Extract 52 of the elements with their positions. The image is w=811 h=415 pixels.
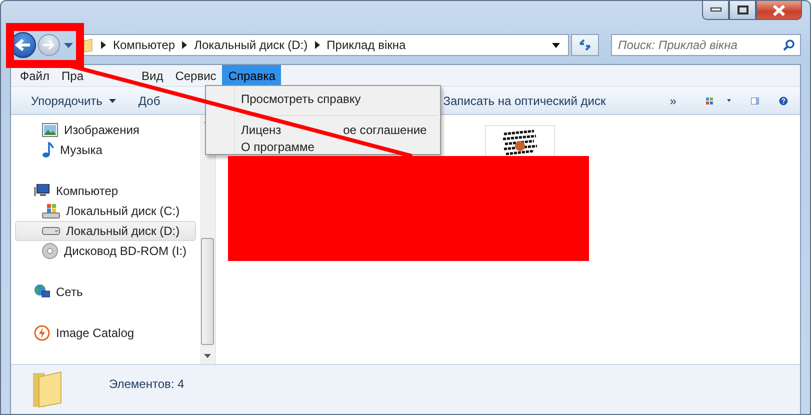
- chevron-icon[interactable]: [182, 41, 188, 49]
- nav-item[interactable]: Сеть: [15, 282, 196, 302]
- breadcrumb[interactable]: Компьютер: [113, 38, 176, 52]
- nav-item[interactable]: Локальный диск (C:): [15, 201, 196, 221]
- close-button[interactable]: [756, 1, 802, 20]
- minimize-icon: [710, 7, 722, 13]
- menu-item[interactable]: Справка: [222, 65, 282, 86]
- scroll-down-icon[interactable]: [204, 354, 211, 358]
- item-count: Элементов: 4: [109, 377, 184, 391]
- more-button[interactable]: »: [670, 94, 676, 108]
- search-field[interactable]: Поиск: Приклад вікна: [611, 34, 801, 56]
- menu-item[interactable]: Сервис: [169, 65, 222, 86]
- network-icon: [34, 284, 50, 300]
- picture-icon: [42, 123, 58, 137]
- nav-item[interactable]: Image Catalog: [15, 323, 196, 343]
- caret-icon: [109, 98, 116, 102]
- menu-item[interactable]: Вид: [136, 65, 170, 86]
- minimize-button[interactable]: [702, 1, 729, 20]
- close-icon: [772, 4, 786, 16]
- nav-item[interactable]: Дисковод BD-ROM (I:): [15, 241, 196, 261]
- toolbar-button[interactable]: Доб: [138, 94, 160, 108]
- dropdown-icon[interactable]: [727, 98, 732, 103]
- arrow-right-icon: [42, 39, 56, 51]
- search-icon: [783, 39, 795, 51]
- chevron-icon[interactable]: [101, 41, 106, 49]
- lightning-icon: [34, 325, 50, 341]
- menu-item[interactable]: Файл: [11, 65, 56, 86]
- dropdown-icon[interactable]: [552, 42, 560, 48]
- toolbar-button[interactable]: Упорядочить: [31, 94, 116, 108]
- breadcrumb[interactable]: Локальный диск (D:): [194, 38, 308, 52]
- computer-icon: [34, 184, 50, 198]
- nav-item[interactable]: Компьютер: [15, 181, 196, 201]
- arrow-left-icon: [14, 38, 32, 52]
- drive-icon: [42, 227, 60, 235]
- music-note-icon: [42, 142, 54, 158]
- menu-item[interactable]: Пра: [56, 65, 136, 86]
- maximize-icon: [736, 5, 748, 15]
- menu-item[interactable]: Просмотреть справку: [237, 89, 438, 116]
- refresh-icon: [578, 39, 592, 51]
- nav-item[interactable]: Музыка: [15, 140, 196, 160]
- refresh-button[interactable]: [571, 34, 599, 56]
- toolbar-button[interactable]: Записать на оптический диск: [443, 94, 606, 108]
- nav-item[interactable]: Изображения: [15, 120, 196, 140]
- chevron-icon[interactable]: [314, 41, 320, 49]
- menu-item[interactable]: Лиценз ое соглашение: [237, 120, 438, 141]
- nav-item[interactable]: Локальный диск (D:): [15, 221, 196, 241]
- drive-icon: [42, 203, 60, 219]
- disc-icon: [42, 243, 58, 259]
- scroll-thumb[interactable]: [201, 238, 214, 345]
- breadcrumb[interactable]: Приклад вікна: [326, 38, 406, 52]
- menu-item[interactable]: О программе: [237, 141, 438, 154]
- maximize-button[interactable]: [729, 1, 756, 20]
